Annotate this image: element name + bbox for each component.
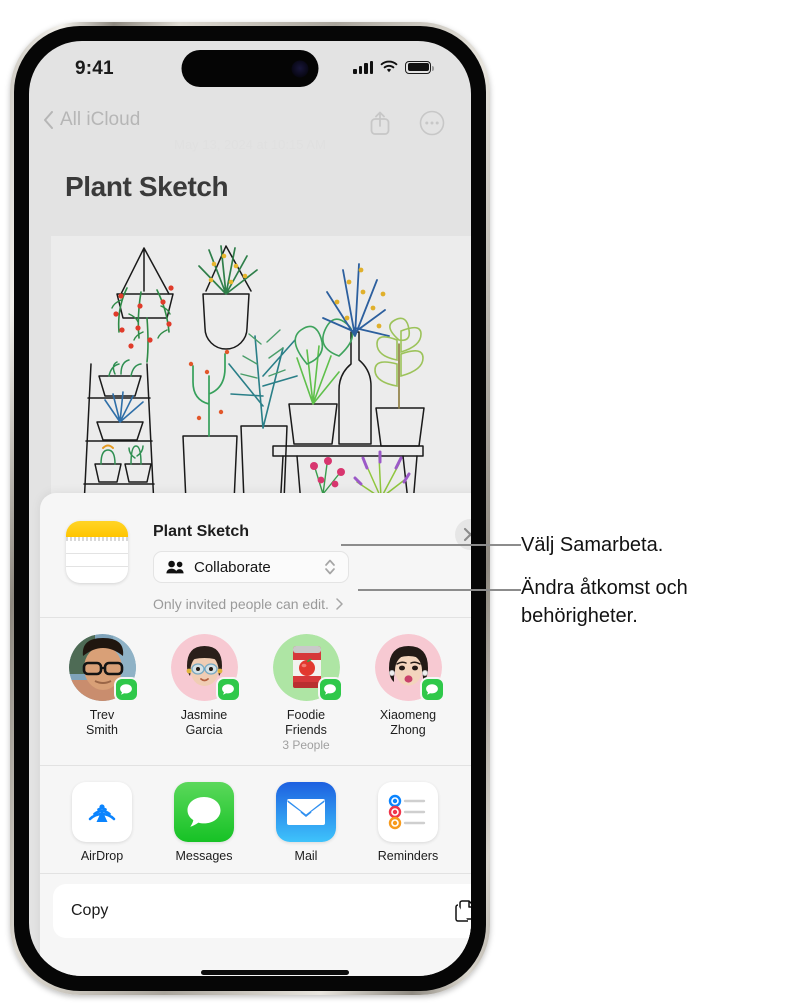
chevron-left-icon (44, 111, 53, 129)
airdrop-icon (72, 782, 132, 842)
contacts-row: Trev Smith Jasmine Garcia Foodie Friends… (40, 618, 471, 765)
app-item-messages[interactable]: Messages (168, 782, 240, 863)
app-item-mail[interactable]: Mail (270, 782, 342, 863)
status-bar: 9:41 (29, 41, 471, 103)
phone-frame: 9:41 All iCloud May 13, 2024 at 10:15 AM… (10, 22, 490, 995)
chevron-up-down-icon (325, 559, 335, 575)
nav-actions (367, 109, 445, 137)
contact-name-line2: Smith (86, 723, 118, 737)
contact-item[interactable]: Foodie Friends 3 People (266, 634, 346, 753)
permissions-label: Only invited people can edit. (153, 596, 329, 612)
messages-badge-icon (317, 677, 343, 702)
ellipsis-circle-icon[interactable] (419, 109, 445, 137)
app-item-reminders[interactable]: Reminders (372, 782, 444, 863)
contact-name-line2: E (470, 723, 471, 738)
back-button[interactable]: All iCloud (43, 109, 140, 131)
mail-icon (276, 782, 336, 842)
contact-name-line2: Zhong (390, 723, 426, 737)
permissions-button[interactable]: Only invited people can edit. (153, 596, 343, 612)
app-label: Messages (175, 849, 233, 863)
app-label: Mail (294, 849, 318, 863)
action-label: Copy (71, 902, 109, 919)
app-label: AirDrop (80, 849, 124, 863)
close-icon (463, 527, 471, 542)
contact-item[interactable]: Jasmine Garcia (164, 634, 244, 753)
battery-icon (405, 60, 434, 74)
wifi-icon (380, 60, 398, 73)
messages-badge-icon (113, 677, 139, 702)
page-title: Plant Sketch (65, 171, 229, 202)
chevron-right-icon (336, 598, 343, 610)
status-indicators (353, 60, 434, 74)
collaborate-label: Collaborate (194, 558, 271, 576)
screenshot-root: 9:41 All iCloud May 13, 2024 at 10:15 AM… (0, 0, 790, 1008)
action-item-copy[interactable]: Copy (53, 884, 471, 938)
copy-icon (455, 900, 471, 922)
app-label: Reminders (377, 849, 439, 863)
callout-leader-line (341, 544, 521, 546)
collaborate-dropdown[interactable]: Collaborate (153, 551, 349, 583)
callout-text: Välj Samarbeta. (521, 534, 664, 556)
cellular-bars-icon (353, 60, 373, 74)
reminders-icon (378, 782, 438, 842)
front-camera-icon (291, 60, 309, 77)
back-button-label: All iCloud (60, 109, 141, 130)
share-sheet-header: Plant Sketch Collaborate Only invited pe… (40, 493, 471, 617)
divider (40, 873, 471, 874)
home-indicator (201, 970, 349, 975)
plant-sketch-illustration (51, 236, 471, 536)
phone-screen: 9:41 All iCloud May 13, 2024 at 10:15 AM… (29, 41, 471, 976)
messages-badge-icon (215, 677, 241, 702)
share-sheet: Plant Sketch Collaborate Only invited pe… (40, 493, 471, 976)
avatar-wrap (374, 634, 445, 702)
callout-text: Ändra åtkomst och behörigheter. (521, 577, 688, 627)
avatar-wrap (68, 634, 139, 702)
contact-subtitle: 3 People (282, 738, 330, 752)
callout-leader-line (358, 589, 521, 591)
people-two-icon (166, 560, 184, 574)
apps-row: AirDrop Messages Mail Reminders (40, 766, 471, 873)
contact-name-line1: C (470, 708, 471, 723)
contact-name-line1: Foodie Friends (285, 708, 327, 737)
contact-name-line1: Xiaomeng (379, 708, 437, 722)
share-icon[interactable] (367, 109, 393, 137)
contact-name-line2: Garcia (185, 723, 223, 737)
dynamic-island (181, 50, 319, 87)
contact-name-line1: Jasmine (180, 708, 228, 722)
messages-icon (174, 782, 234, 842)
share-sheet-title: Plant Sketch (153, 523, 250, 540)
avatar-wrap (170, 634, 241, 702)
contact-item[interactable]: Xiaomeng Zhong (368, 634, 448, 753)
status-clock: 9:41 (75, 58, 114, 79)
phone-bezel: 9:41 All iCloud May 13, 2024 at 10:15 AM… (14, 26, 486, 991)
contact-item[interactable]: Trev Smith (62, 634, 142, 753)
messages-badge-icon (419, 677, 445, 702)
app-item-airdrop[interactable]: AirDrop (66, 782, 138, 863)
note-date: May 13, 2024 at 10:15 AM (174, 137, 326, 152)
contact-name-line1: Trev (89, 708, 115, 722)
contact-item-partial[interactable]: C E (470, 634, 471, 753)
notes-app-icon (66, 521, 128, 583)
avatar-wrap (272, 634, 343, 702)
